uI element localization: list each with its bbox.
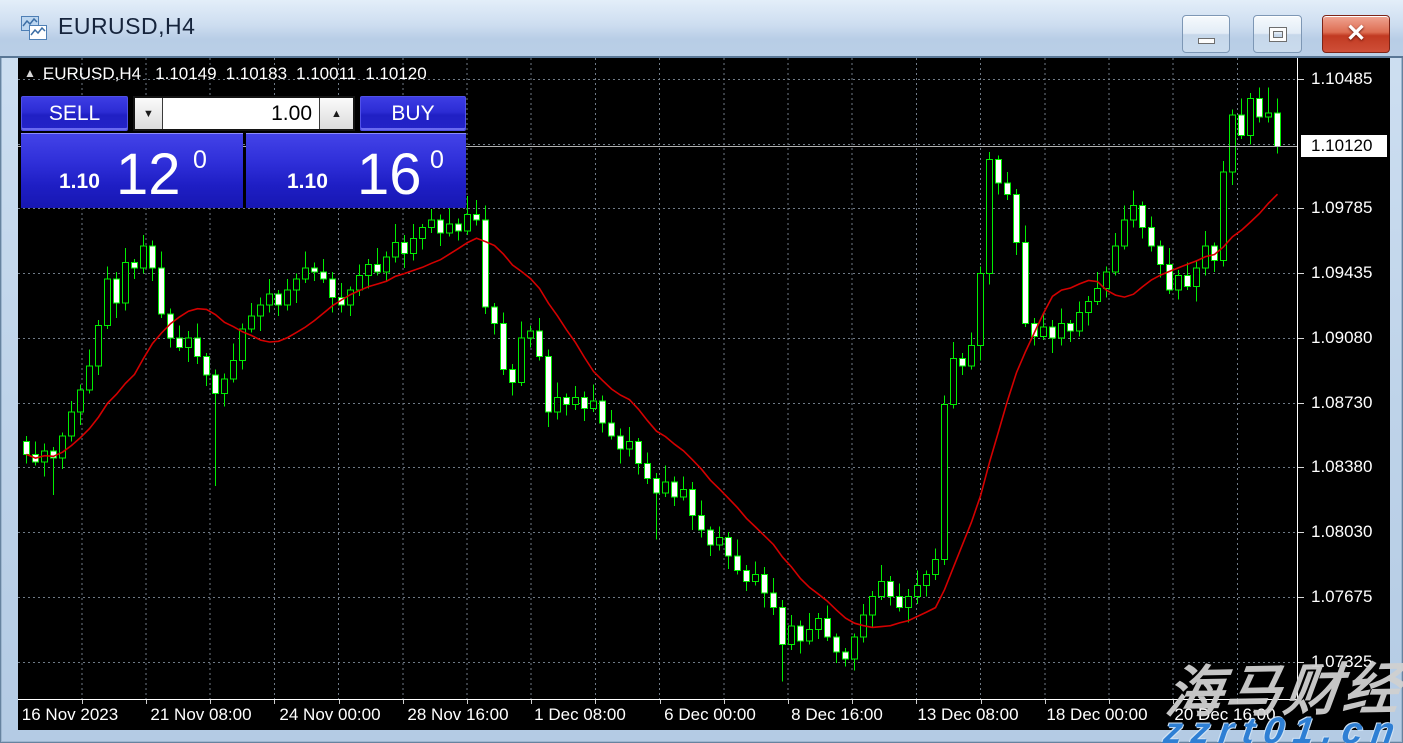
time-axis-label: 28 Nov 16:00 bbox=[407, 705, 508, 725]
price-axis-tick bbox=[1298, 467, 1304, 468]
time-axis-tick bbox=[274, 700, 275, 704]
ohlc-symbol: EURUSD,H4 bbox=[43, 64, 141, 83]
buy-price-pips: 16 bbox=[357, 146, 422, 204]
minimize-icon bbox=[1198, 38, 1215, 44]
volume-control: ▼ ▲ bbox=[133, 96, 355, 131]
price-axis-tick bbox=[1298, 597, 1304, 598]
ohlc-close: 1.10120 bbox=[365, 64, 426, 83]
time-axis-label: 16 Nov 2023 bbox=[22, 705, 118, 725]
triangle-down-icon: ▼ bbox=[143, 108, 154, 120]
window-titlebar[interactable]: EURUSD,H4 ✕ bbox=[0, 0, 1403, 58]
time-axis-tick bbox=[660, 700, 661, 704]
volume-input[interactable] bbox=[163, 98, 319, 129]
price-axis-tick bbox=[1298, 79, 1304, 80]
time-axis-tick bbox=[1109, 700, 1110, 704]
direction-up-icon: ▲ bbox=[24, 66, 36, 80]
sell-button[interactable]: SELL bbox=[21, 96, 128, 131]
time-axis-tick bbox=[339, 700, 340, 704]
price-axis-label: 1.09785 bbox=[1311, 198, 1372, 218]
time-axis-tick bbox=[916, 700, 917, 704]
time-axis-tick bbox=[852, 700, 853, 704]
time-axis-tick bbox=[82, 700, 83, 704]
sell-price-sup: 0 bbox=[193, 146, 207, 175]
time-axis-tick bbox=[146, 700, 147, 704]
time-axis-tick bbox=[1045, 700, 1046, 704]
buy-price-big: 1.10 bbox=[287, 170, 328, 194]
ohlc-low: 1.10011 bbox=[296, 64, 356, 83]
sell-price-panel[interactable]: 1.10 12 0 bbox=[21, 133, 243, 208]
watermark-url: zzrt01.cn bbox=[1161, 710, 1403, 743]
price-axis-tick bbox=[1298, 338, 1304, 339]
time-axis-tick bbox=[531, 700, 532, 704]
volume-increase-button[interactable]: ▲ bbox=[319, 98, 353, 129]
time-axis-label: 1 Dec 08:00 bbox=[534, 705, 626, 725]
price-axis-label: 1.10485 bbox=[1311, 69, 1372, 89]
mt4-chart-window: EURUSD,H4 ✕ ▲ EURUSD,H4 1.10149 1.10183 1.10… bbox=[0, 0, 1403, 743]
buy-button[interactable]: BUY bbox=[360, 96, 466, 131]
chart-window-icon bbox=[20, 15, 48, 41]
time-axis-tick bbox=[981, 700, 982, 704]
price-axis-tick bbox=[1298, 403, 1304, 404]
maximize-button[interactable] bbox=[1253, 15, 1302, 53]
one-click-trading-panel: SELL ▼ ▲ BUY 1.10 12 0 1.10 16 0 bbox=[21, 96, 466, 209]
time-axis-label: 21 Nov 08:00 bbox=[150, 705, 251, 725]
window-title: EURUSD,H4 bbox=[58, 13, 195, 40]
time-axis-tick bbox=[788, 700, 789, 704]
time-axis-tick bbox=[467, 700, 468, 704]
price-axis-tick bbox=[1298, 273, 1304, 274]
maximize-icon bbox=[1270, 28, 1286, 41]
close-button[interactable]: ✕ bbox=[1322, 15, 1390, 53]
buy-price-panel[interactable]: 1.10 16 0 bbox=[246, 133, 466, 208]
close-icon: ✕ bbox=[1346, 22, 1366, 46]
triangle-up-icon: ▲ bbox=[331, 108, 342, 120]
minimize-button[interactable] bbox=[1182, 15, 1230, 53]
price-axis-label: 1.07675 bbox=[1311, 587, 1372, 607]
price-axis-label: 1.08730 bbox=[1311, 393, 1372, 413]
ohlc-high: 1.10183 bbox=[226, 64, 287, 83]
sell-price-pips: 12 bbox=[116, 146, 181, 204]
time-axis-tick bbox=[210, 700, 211, 704]
price-axis-label: 1.09435 bbox=[1311, 263, 1372, 283]
price-axis-label: 1.08030 bbox=[1311, 522, 1372, 542]
price-axis-tick bbox=[1298, 532, 1304, 533]
ohlc-header: ▲ EURUSD,H4 1.10149 1.10183 1.10011 1.10120 bbox=[24, 64, 436, 84]
time-axis-label: 8 Dec 16:00 bbox=[791, 705, 883, 725]
buy-price-sup: 0 bbox=[430, 146, 444, 175]
time-axis-tick bbox=[595, 700, 596, 704]
time-axis-label: 13 Dec 08:00 bbox=[917, 705, 1018, 725]
ohlc-open: 1.10149 bbox=[155, 64, 216, 83]
price-axis[interactable]: 1.10485 1.09785 1.09435 1.09080 1.08730 1.083… bbox=[1298, 58, 1390, 730]
sell-price-big: 1.10 bbox=[59, 170, 100, 194]
price-axis-tick bbox=[1298, 208, 1304, 209]
current-price-label: 1.10120 bbox=[1301, 135, 1387, 157]
time-axis-label: 18 Dec 00:00 bbox=[1046, 705, 1147, 725]
price-axis-label: 1.08380 bbox=[1311, 457, 1372, 477]
time-axis-tick bbox=[403, 700, 404, 704]
time-axis-label: 6 Dec 00:00 bbox=[664, 705, 756, 725]
volume-decrease-button[interactable]: ▼ bbox=[135, 98, 163, 129]
price-axis-label: 1.09080 bbox=[1311, 328, 1372, 348]
time-axis[interactable]: 16 Nov 2023 21 Nov 08:00 24 Nov 00:00 28 No… bbox=[18, 700, 1298, 730]
chart-area: ▲EURUSD,H41.101491.101831.100111.10120 S… bbox=[0, 58, 1403, 743]
time-axis-label: 24 Nov 00:00 bbox=[279, 705, 380, 725]
time-axis-tick bbox=[724, 700, 725, 704]
